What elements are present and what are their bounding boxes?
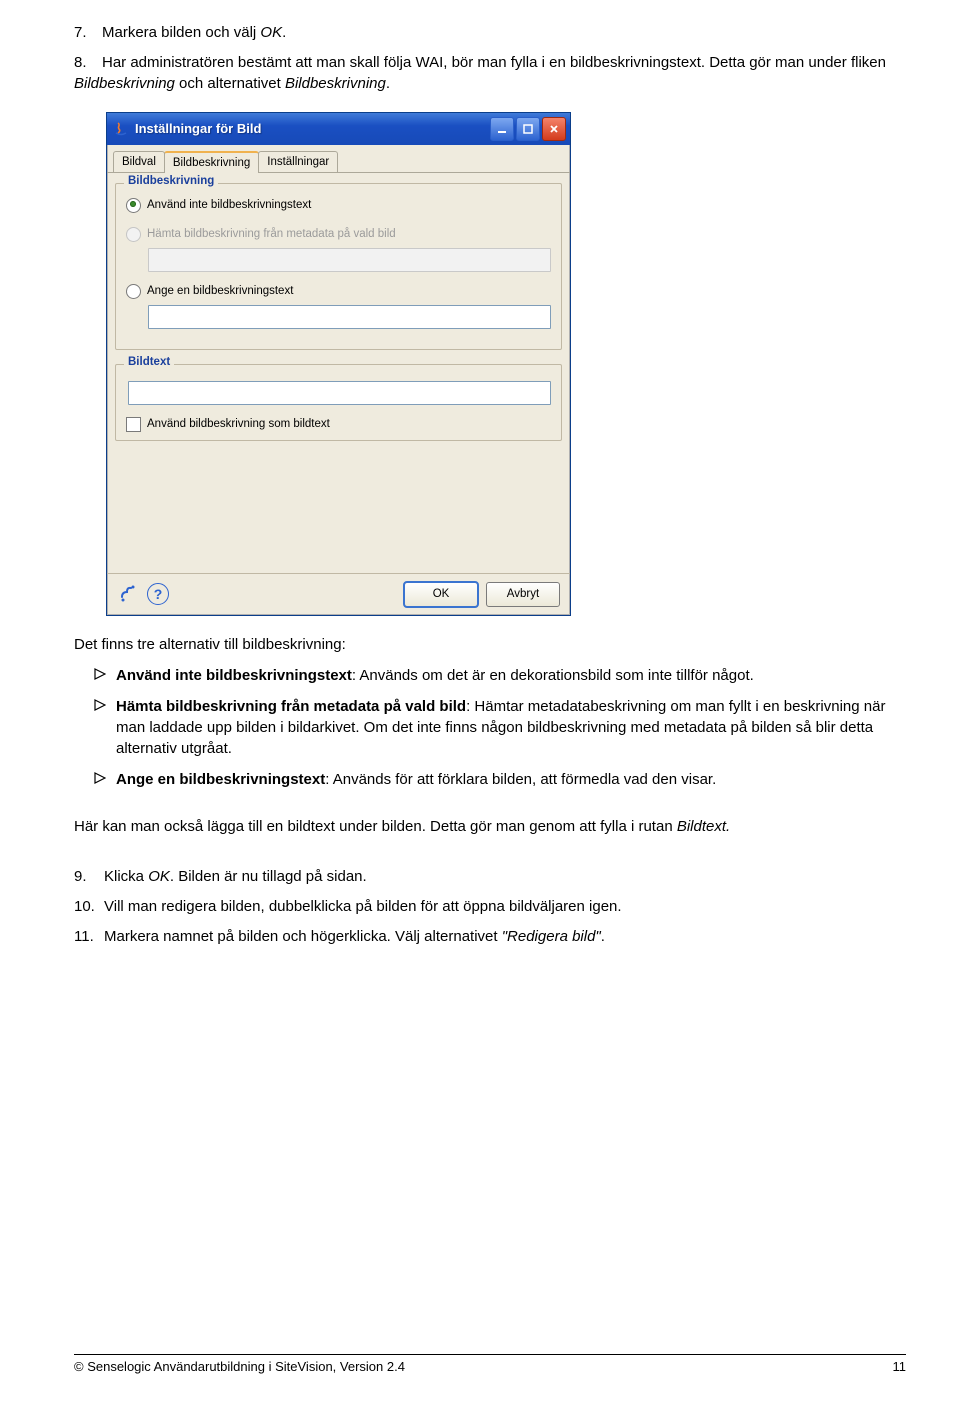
radio-row-custom[interactable]: Ange en bildbeskrivningstext xyxy=(126,284,551,299)
radio-custom[interactable] xyxy=(126,284,141,299)
bullet-2-bold: Hämta bildbeskrivning från metadata på v… xyxy=(116,698,466,715)
list-item-10: 10.Vill man redigera bilden, dubbelklick… xyxy=(74,897,906,917)
bullet-1-rest: : Används om det är en dekorationsbild s… xyxy=(352,667,754,684)
list-item-9: 9.Klicka OK. Bilden är nu tillagd på sid… xyxy=(74,867,906,887)
ok-button[interactable]: OK xyxy=(404,582,478,607)
bullet-3-rest: : Används för att förklara bilden, att f… xyxy=(325,771,716,788)
list-text-10: Vill man redigera bilden, dubbelklicka p… xyxy=(104,898,622,915)
arrow-icon xyxy=(94,772,106,784)
cancel-button[interactable]: Avbryt xyxy=(486,582,560,607)
group-bildtext: Bildtext Använd bildbeskrivning som bild… xyxy=(115,364,562,441)
list-num-11: 11. xyxy=(74,927,104,947)
list-text-11-em: "Redigera bild" xyxy=(502,928,601,945)
list-text-7a: Markera bilden och välj xyxy=(102,24,260,41)
list-text-9a: Klicka xyxy=(104,868,148,885)
bullets: Använd inte bildbeskrivningstext: Använd… xyxy=(94,665,906,790)
dialog-title: Inställningar för Bild xyxy=(135,121,261,136)
radio-label-no-desc: Använd inte bildbeskrivningstext xyxy=(147,199,311,211)
list-text-8a: Har administratören bestämt att man skal… xyxy=(102,54,886,71)
java-icon xyxy=(113,121,129,137)
list-text-7b: . xyxy=(282,24,286,41)
sitevision-icon[interactable] xyxy=(117,583,139,605)
textfield-metadata xyxy=(148,248,551,272)
bildtext-para-a: Här kan man också lägga till en bildtext… xyxy=(74,818,677,835)
list-num-9: 9. xyxy=(74,867,104,887)
list-text-8-em2: Bildbeskrivning xyxy=(285,75,386,92)
maximize-button[interactable] xyxy=(516,117,540,141)
list-text-11: Markera namnet på bilden och högerklicka… xyxy=(104,928,502,945)
bildtext-para-em: Bildtext. xyxy=(677,818,730,835)
radio-label-custom: Ange en bildbeskrivningstext xyxy=(147,285,293,297)
list-text-11-end: . xyxy=(601,928,605,945)
help-icon[interactable]: ? xyxy=(147,583,169,605)
bullet-3: Ange en bildbeskrivningstext: Används fö… xyxy=(94,769,906,790)
list-text-9b: . Bilden är nu tillagd på sidan. xyxy=(170,868,367,885)
list-text-9-ok: OK xyxy=(148,868,170,885)
list-item-11: 11.Markera namnet på bilden och högerkli… xyxy=(74,927,906,947)
dialog-window: Inställningar för Bild Bildval Bildbeskr… xyxy=(106,112,571,616)
footer-left: © Senselogic Användarutbildning i SiteVi… xyxy=(74,1359,405,1374)
arrow-icon xyxy=(94,668,106,680)
bildtext-paragraph: Här kan man också lägga till en bildtext… xyxy=(74,816,906,837)
intro-paragraph: Det finns tre alternativ till bildbeskri… xyxy=(74,634,906,655)
list-text-8-mid: och alternativet xyxy=(175,75,285,92)
group-bildbeskrivning: Bildbeskrivning Använd inte bildbeskrivn… xyxy=(115,183,562,350)
minimize-button[interactable] xyxy=(490,117,514,141)
tab-bildval[interactable]: Bildval xyxy=(113,151,165,172)
list-item-7: 7.Markera bilden och välj OK. xyxy=(74,23,906,43)
radio-label-metadata: Hämta bildbeskrivning från metadata på v… xyxy=(147,228,396,240)
list-num-7: 7. xyxy=(74,23,102,43)
radio-row-no-desc[interactable]: Använd inte bildbeskrivningstext xyxy=(126,198,551,213)
checkbox-use-desc[interactable] xyxy=(126,417,141,432)
radio-row-metadata: Hämta bildbeskrivning från metadata på v… xyxy=(126,227,551,242)
checkbox-row-use-desc[interactable]: Använd bildbeskrivning som bildtext xyxy=(126,417,551,432)
list-num-8: 8. xyxy=(74,53,102,73)
close-button[interactable] xyxy=(542,117,566,141)
bullet-1-bold: Använd inte bildbeskrivningstext xyxy=(116,667,352,684)
radio-metadata xyxy=(126,227,141,242)
page-footer: © Senselogic Användarutbildning i SiteVi… xyxy=(74,1354,906,1374)
checkbox-label-use-desc: Använd bildbeskrivning som bildtext xyxy=(147,418,330,430)
bullet-2: Hämta bildbeskrivning från metadata på v… xyxy=(94,696,906,759)
bullet-1: Använd inte bildbeskrivningstext: Använd… xyxy=(94,665,906,686)
group-label-bildtext: Bildtext xyxy=(124,356,174,368)
bullet-3-bold: Ange en bildbeskrivningstext xyxy=(116,771,325,788)
list-item-8: 8.Har administratören bestämt att man sk… xyxy=(74,53,906,94)
textfield-custom[interactable] xyxy=(148,305,551,329)
bottom-bar: ? OK Avbryt xyxy=(107,573,570,615)
list-text-7-ok: OK xyxy=(260,24,282,41)
footer-right: 11 xyxy=(893,1359,907,1374)
list-text-8-end: . xyxy=(386,75,390,92)
titlebar[interactable]: Inställningar för Bild xyxy=(107,113,570,145)
tab-installningar[interactable]: Inställningar xyxy=(258,151,338,172)
textfield-bildtext[interactable] xyxy=(128,381,551,405)
list-text-8-em1: Bildbeskrivning xyxy=(74,75,175,92)
radio-no-desc[interactable] xyxy=(126,198,141,213)
list-num-10: 10. xyxy=(74,897,104,917)
arrow-icon xyxy=(94,699,106,711)
tab-bildbeskrivning[interactable]: Bildbeskrivning xyxy=(164,151,259,173)
tab-bar: Bildval Bildbeskrivning Inställningar xyxy=(107,145,570,173)
group-label-bildbeskrivning: Bildbeskrivning xyxy=(124,175,218,187)
